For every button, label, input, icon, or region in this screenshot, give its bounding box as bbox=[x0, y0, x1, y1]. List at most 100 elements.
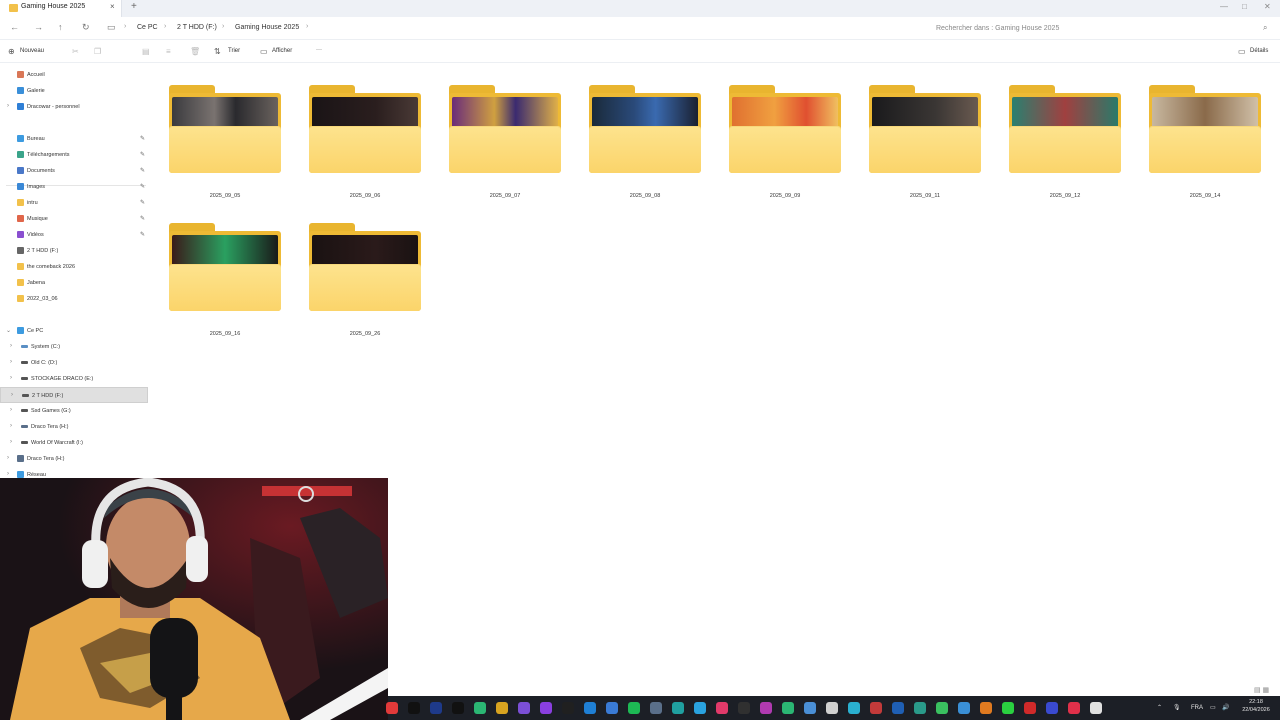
app-blue2-icon[interactable] bbox=[892, 702, 904, 714]
folder-item[interactable]: 2025_09_06 bbox=[309, 85, 421, 199]
app-globe-icon[interactable] bbox=[958, 702, 970, 714]
view-toggle-icons[interactable]: ▤ ▦ bbox=[1254, 686, 1269, 694]
search-orange-icon[interactable] bbox=[980, 702, 992, 714]
obs-icon[interactable] bbox=[562, 702, 574, 714]
app-white-icon[interactable] bbox=[826, 702, 838, 714]
sidebar-item-quick[interactable]: Musique ✎ bbox=[0, 211, 148, 227]
folder-item[interactable]: 2025_09_26 bbox=[309, 223, 421, 337]
sidebar-item-quick[interactable]: Téléchargements ✎ bbox=[0, 147, 148, 163]
pin-icon[interactable]: ✎ bbox=[140, 199, 145, 206]
sidebar-item-drive[interactable]: › System (C:) bbox=[0, 339, 148, 355]
lc-icon[interactable] bbox=[430, 702, 442, 714]
sidebar-item-quick[interactable]: Bureau ✎ bbox=[0, 131, 148, 147]
pin-icon[interactable]: ✎ bbox=[140, 151, 145, 158]
pin-icon[interactable]: ✎ bbox=[140, 167, 145, 174]
sidebar-item-this-pc[interactable]: ⌄ Ce PC bbox=[0, 323, 148, 339]
chevron-right-icon[interactable]: › bbox=[164, 23, 166, 30]
copy-icon[interactable]: ❐ bbox=[94, 47, 101, 56]
sidebar-item-quick[interactable]: the comeback 2026 bbox=[0, 259, 148, 275]
chevron-right-icon[interactable]: › bbox=[10, 407, 12, 413]
folder-item[interactable]: 2025_09_12 bbox=[1009, 85, 1121, 199]
pin-icon[interactable]: ✎ bbox=[140, 215, 145, 222]
search-input[interactable]: Rechercher dans : Gaming House 2025 ⌕ bbox=[926, 20, 1276, 37]
app-teal-icon[interactable] bbox=[914, 702, 926, 714]
clock[interactable]: 22:18 22/04/2026 bbox=[1236, 698, 1276, 714]
chevron-right-icon[interactable]: › bbox=[10, 359, 12, 365]
folder-item[interactable]: 2025_09_16 bbox=[169, 223, 281, 337]
new-tab-button[interactable]: + bbox=[131, 1, 137, 12]
app-white2-icon[interactable] bbox=[1090, 702, 1102, 714]
folder-item[interactable]: 2025_09_14 bbox=[1149, 85, 1261, 199]
sidebar-item-drive[interactable]: › World Of Warcraft (I:) bbox=[0, 435, 148, 451]
app-red2-icon[interactable] bbox=[870, 702, 882, 714]
app-green-icon[interactable] bbox=[474, 702, 486, 714]
sidebar-item-quick[interactable]: 2022_03_06 bbox=[0, 291, 148, 307]
capcut-x-icon[interactable] bbox=[672, 702, 684, 714]
cut-icon[interactable]: ✂ bbox=[72, 47, 79, 56]
details-button[interactable]: Détails bbox=[1250, 48, 1268, 54]
folder-item[interactable]: 2025_09_09 bbox=[729, 85, 841, 199]
chevron-right-icon[interactable]: › bbox=[222, 23, 224, 30]
pin-icon[interactable]: ✎ bbox=[140, 135, 145, 142]
refresh-icon[interactable]: ↻ bbox=[82, 22, 90, 33]
capcut-icon[interactable] bbox=[408, 702, 420, 714]
chevron-right-icon[interactable]: › bbox=[7, 103, 9, 109]
volume-icon[interactable]: 🔊 bbox=[1222, 704, 1229, 711]
folder-item[interactable]: 2025_09_08 bbox=[589, 85, 701, 199]
sidebar-item-drive[interactable]: › 2 T HDD (F:) bbox=[0, 387, 148, 403]
app-crimson-icon[interactable] bbox=[1024, 702, 1036, 714]
minimize-button[interactable]: — bbox=[1220, 2, 1228, 11]
app-multi-icon[interactable] bbox=[804, 702, 816, 714]
chevron-right-icon[interactable]: › bbox=[10, 439, 12, 445]
spotify-icon[interactable] bbox=[628, 702, 640, 714]
sidebar-item-drive[interactable]: › Draco Tera (H:) bbox=[0, 419, 148, 435]
network-icon[interactable]: ▭ bbox=[1210, 704, 1216, 711]
adobe-icon[interactable] bbox=[1068, 702, 1080, 714]
chevron-right-icon[interactable]: › bbox=[11, 392, 13, 398]
app-lime-icon[interactable] bbox=[1002, 702, 1014, 714]
new-button[interactable]: Nouveau bbox=[20, 48, 44, 54]
app-red-icon[interactable] bbox=[386, 702, 398, 714]
folder-item[interactable]: 2025_09_05 bbox=[169, 85, 281, 199]
app-dark-icon[interactable] bbox=[738, 702, 750, 714]
app-purple-icon[interactable] bbox=[518, 702, 530, 714]
close-window-button[interactable]: ✕ bbox=[1264, 2, 1271, 11]
app-cyan-icon[interactable] bbox=[848, 702, 860, 714]
pin-icon[interactable]: ✎ bbox=[140, 183, 145, 190]
sidebar-item-quick[interactable]: 2 T HDD (F:) bbox=[0, 243, 148, 259]
breadcrumb-drive[interactable]: 2 T HDD (F:) bbox=[177, 24, 217, 31]
sidebar-item-home[interactable]: Accueil bbox=[0, 67, 148, 83]
telegram-icon[interactable] bbox=[694, 702, 706, 714]
edge-icon[interactable] bbox=[584, 702, 596, 714]
app-green3-icon[interactable] bbox=[936, 702, 948, 714]
maximize-button[interactable]: □ bbox=[1242, 2, 1247, 11]
more-options-button[interactable]: ··· bbox=[316, 47, 322, 53]
sidebar-item-gallery[interactable]: Galerie bbox=[0, 83, 148, 99]
app-pink-icon[interactable] bbox=[716, 702, 728, 714]
forward-arrow-icon[interactable]: → bbox=[34, 22, 43, 32]
back-arrow-icon[interactable]: ← bbox=[10, 22, 19, 32]
app-gray-icon[interactable] bbox=[650, 702, 662, 714]
chevron-down-icon[interactable]: ⌄ bbox=[6, 327, 11, 334]
chevron-right-icon[interactable]: › bbox=[124, 23, 126, 30]
view-button[interactable]: Afficher bbox=[272, 48, 292, 54]
chevron-right-icon[interactable]: › bbox=[10, 375, 12, 381]
sidebar-item-drive[interactable]: › Ssd Games (G:) bbox=[0, 403, 148, 419]
chevron-right-icon[interactable]: › bbox=[7, 455, 9, 461]
sort-button[interactable]: Trier bbox=[228, 48, 240, 54]
sidebar-item-quick[interactable]: Images ✎ bbox=[0, 179, 148, 195]
sidebar-item-quick[interactable]: intru ✎ bbox=[0, 195, 148, 211]
breadcrumb-ce-pc[interactable]: Ce PC bbox=[137, 24, 158, 31]
chrome-icon[interactable] bbox=[496, 702, 508, 714]
sidebar-item-onedrive[interactable]: › Dracowar - personnel bbox=[0, 99, 148, 115]
up-arrow-icon[interactable]: ↑ bbox=[58, 22, 63, 32]
rename-icon[interactable]: ≡ bbox=[166, 47, 171, 56]
app-green2-icon[interactable] bbox=[782, 702, 794, 714]
sidebar-item-quick[interactable]: Jabena bbox=[0, 275, 148, 291]
chevron-right-icon[interactable]: › bbox=[7, 471, 9, 477]
delete-icon[interactable]: 🗑 bbox=[190, 47, 200, 56]
sidebar-item-quick[interactable]: Vidéos ✎ bbox=[0, 227, 148, 243]
sidebar-item-quick[interactable]: Documents ✎ bbox=[0, 163, 148, 179]
tiktok-icon[interactable] bbox=[452, 702, 464, 714]
breadcrumb-folder[interactable]: Gaming House 2025 bbox=[235, 24, 299, 31]
